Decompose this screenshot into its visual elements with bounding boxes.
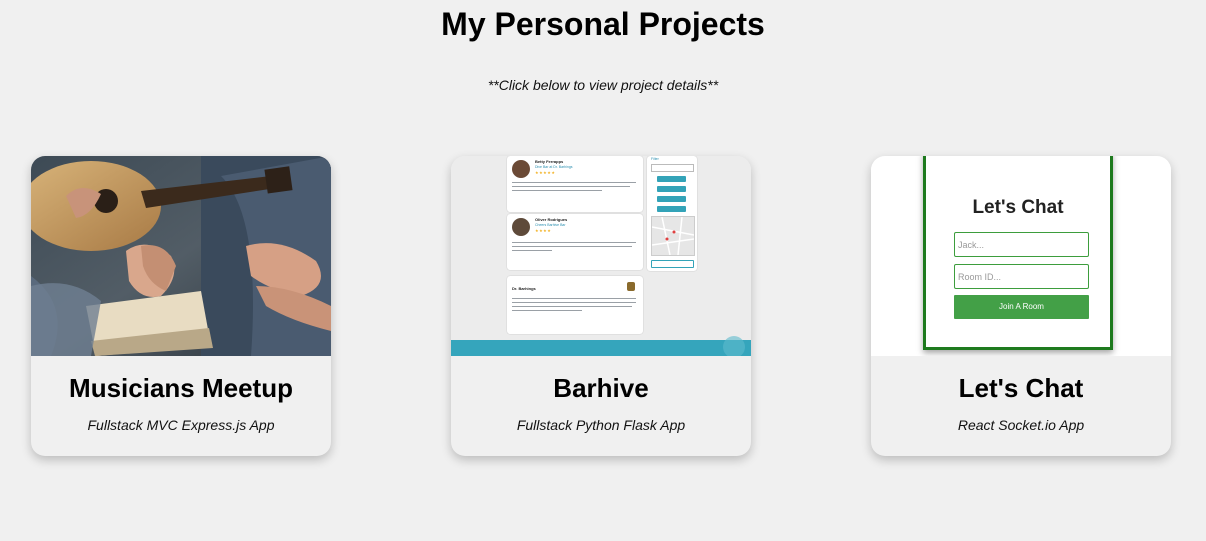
join-room-button: Join A Room bbox=[954, 295, 1089, 319]
page-subtitle: **Click below to view project details** bbox=[487, 77, 719, 93]
project-thumbnail-photo bbox=[31, 156, 331, 356]
review-card: Oliver Rodrigues Cheers Barhive Bar ★★★★ bbox=[507, 214, 643, 270]
bar-logo-icon bbox=[627, 282, 635, 291]
project-card-musicians-meetup[interactable]: Musicians Meetup Fullstack MVC Express.j… bbox=[31, 156, 331, 456]
review-location: Dive Bar at Dr. Barhings bbox=[535, 165, 573, 169]
chat-heading: Let's Chat bbox=[972, 197, 1064, 218]
guitar-prayer-image bbox=[31, 156, 331, 356]
project-description: Fullstack Python Flask App bbox=[516, 417, 686, 433]
reviewer-name: Betty Ferrapps bbox=[535, 159, 564, 164]
chat-login-frame: Let's Chat Jack... Room ID... Join A Roo… bbox=[923, 156, 1113, 350]
project-description: React Socket.io App bbox=[957, 417, 1085, 433]
map-icon bbox=[651, 216, 695, 256]
project-thumbnail-screenshot: Let's Chat Jack... Room ID... Join A Roo… bbox=[871, 156, 1171, 356]
review-location: Cheers Barhive Bar bbox=[535, 223, 566, 227]
avatar bbox=[512, 218, 530, 236]
reviewer-name: Oliver Rodrigues bbox=[535, 217, 568, 222]
project-title: Barhive bbox=[553, 373, 649, 403]
reviewer-name: Dr. Barhings bbox=[512, 286, 536, 291]
filter-sidebar: Filter bbox=[647, 156, 697, 271]
page-title: My Personal Projects bbox=[441, 6, 765, 42]
project-title: Musicians Meetup bbox=[69, 373, 293, 403]
star-rating-icon: ★★★★★ bbox=[535, 170, 556, 175]
name-input: Jack... bbox=[954, 232, 1089, 257]
project-description: Fullstack MVC Express.js App bbox=[87, 417, 275, 433]
app-footer bbox=[451, 336, 751, 356]
sidebar-label: Filter bbox=[651, 157, 659, 161]
project-card-lets-chat[interactable]: Let's Chat Jack... Room ID... Join A Roo… bbox=[871, 156, 1171, 456]
avatar bbox=[512, 160, 530, 178]
barhive-preview: Betty Ferrapps Dive Bar at Dr. Barhings … bbox=[451, 156, 751, 356]
lets-chat-preview: Let's Chat Jack... Room ID... Join A Roo… bbox=[871, 156, 1171, 356]
review-card: Dr. Barhings bbox=[507, 276, 643, 334]
star-rating-icon: ★★★★ bbox=[535, 228, 552, 233]
review-card: Betty Ferrapps Dive Bar at Dr. Barhings … bbox=[507, 156, 643, 212]
room-id-input: Room ID... bbox=[954, 264, 1089, 289]
project-card-barhive[interactable]: Betty Ferrapps Dive Bar at Dr. Barhings … bbox=[451, 156, 751, 456]
project-title: Let's Chat bbox=[958, 373, 1084, 403]
project-thumbnail-screenshot: Betty Ferrapps Dive Bar at Dr. Barhings … bbox=[451, 156, 751, 356]
